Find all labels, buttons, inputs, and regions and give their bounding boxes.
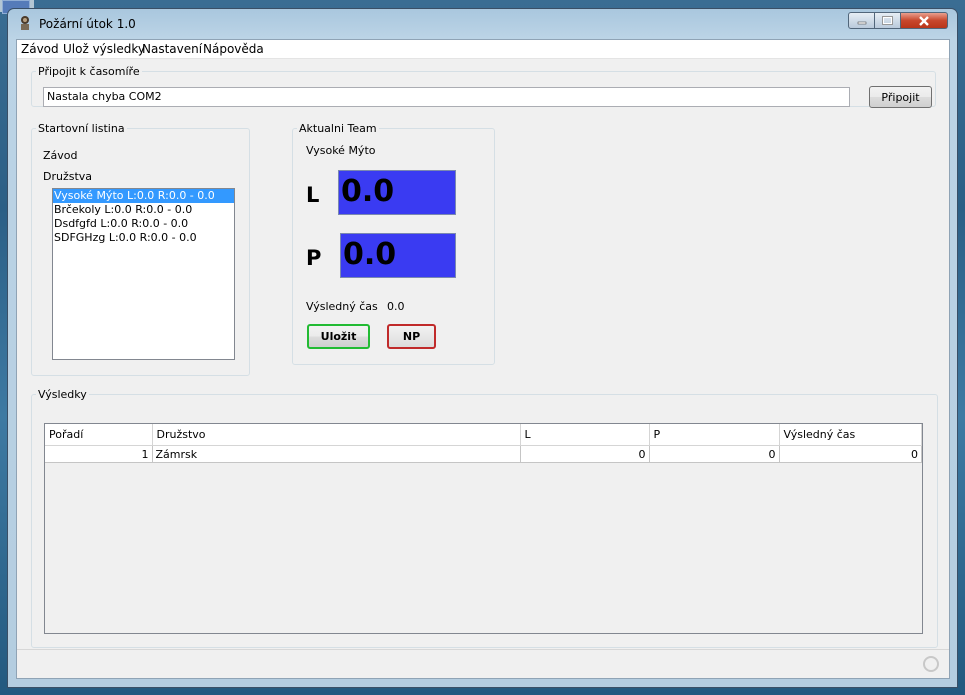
- connection-status-field[interactable]: Nastala chyba COM2: [43, 87, 850, 107]
- list-item[interactable]: Brčekoly L:0.0 R:0.0 - 0.0: [53, 203, 234, 217]
- close-button[interactable]: [901, 12, 948, 29]
- left-time-display: 0.0: [338, 170, 456, 215]
- result-time-value: 0.0: [387, 300, 405, 313]
- save-button[interactable]: Uložit: [307, 324, 370, 349]
- menu-bar: Závod Ulož výsledky Nastavení Nápověda: [17, 40, 949, 59]
- connect-legend: Připojit k časomíře: [38, 65, 140, 78]
- column-header-vysledny-cas[interactable]: Výsledný čas: [779, 424, 922, 446]
- right-time-label: P: [306, 246, 322, 270]
- status-bar: [17, 649, 949, 678]
- list-item[interactable]: Dsdfgfd L:0.0 R:0.0 - 0.0: [53, 217, 234, 231]
- minimize-button[interactable]: [848, 12, 875, 29]
- list-item[interactable]: SDFGHzg L:0.0 R:0.0 - 0.0: [53, 231, 234, 245]
- app-icon: [21, 16, 29, 30]
- results-header-row: Pořadí Družstvo L P Výsledný čas: [45, 424, 922, 446]
- cell-vysledny-cas: 0: [779, 445, 922, 463]
- title-bar[interactable]: Požární útok 1.0: [8, 9, 957, 39]
- result-time-label: Výsledný čas: [306, 300, 378, 313]
- client-area: Závod Ulož výsledky Nastavení Nápověda P…: [16, 39, 950, 679]
- column-header-p[interactable]: P: [649, 424, 780, 446]
- maximize-icon: [882, 16, 893, 25]
- menu-uloz-vysledky[interactable]: Ulož výsledky: [63, 42, 145, 56]
- cell-l: 0: [520, 445, 650, 463]
- current-team-name: Vysoké Mýto: [306, 144, 376, 157]
- maximize-button[interactable]: [875, 12, 901, 29]
- teams-label: Družstva: [43, 170, 93, 183]
- right-time-display: 0.0: [340, 233, 456, 278]
- left-time-label: L: [306, 183, 320, 207]
- connect-button[interactable]: Připojit: [869, 86, 932, 108]
- menu-napoveda[interactable]: Nápověda: [203, 42, 264, 56]
- cell-p: 0: [649, 445, 780, 463]
- minimize-icon: [857, 21, 866, 24]
- start-list-legend: Startovní listina: [38, 122, 125, 135]
- results-legend: Výsledky: [38, 388, 87, 401]
- cell-poradi: 1: [45, 445, 153, 463]
- menu-nastaveni[interactable]: Nastavení: [142, 42, 202, 56]
- current-team-legend: Aktualni Team: [299, 122, 377, 135]
- table-row[interactable]: 1 Zámrsk 0 0 0: [45, 445, 922, 463]
- list-item[interactable]: Vysoké Mýto L:0.0 R:0.0 - 0.0: [53, 189, 234, 203]
- window-title: Požární útok 1.0: [39, 17, 136, 31]
- column-header-druzstvo[interactable]: Družstvo: [152, 424, 521, 446]
- np-button[interactable]: NP: [387, 324, 436, 349]
- close-icon: [919, 15, 929, 26]
- teams-listbox[interactable]: Vysoké Mýto L:0.0 R:0.0 - 0.0 Brčekoly L:…: [52, 188, 235, 360]
- column-header-l[interactable]: L: [520, 424, 650, 446]
- menu-zavod[interactable]: Závod: [21, 42, 59, 56]
- results-table[interactable]: Pořadí Družstvo L P Výsledný čas 1 Zámrs…: [44, 423, 923, 634]
- cell-druzstvo: Zámrsk: [152, 445, 521, 463]
- busy-indicator-icon: [923, 656, 939, 672]
- app-window: Požární útok 1.0 Závod Ulož výsledky Nas…: [7, 8, 958, 688]
- column-header-poradi[interactable]: Pořadí: [45, 424, 153, 446]
- race-label: Závod: [43, 149, 78, 162]
